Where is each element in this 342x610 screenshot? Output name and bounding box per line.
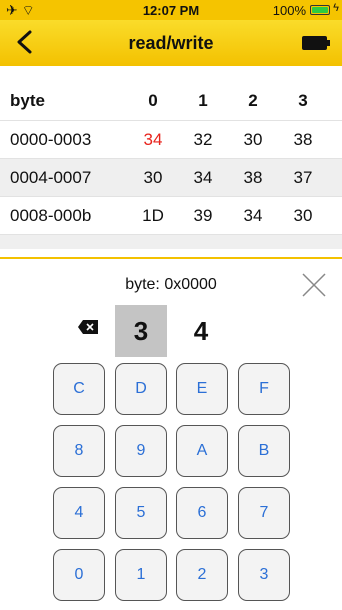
- column-header-1: 1: [198, 90, 208, 110]
- hex-digit-low[interactable]: 4: [175, 305, 227, 357]
- key-1[interactable]: 1: [115, 549, 167, 601]
- row-address: 0004-0007: [10, 167, 92, 187]
- battery-percent: 100%: [272, 3, 306, 18]
- table-row[interactable]: 0004-0007 30 34 38 37: [0, 159, 342, 197]
- key-d[interactable]: D: [115, 363, 167, 415]
- byte-cell[interactable]: 34: [228, 206, 278, 226]
- row-address: 0008-000b: [10, 205, 92, 225]
- table-row[interactable]: 0008-000b 1D 39 34 30: [0, 197, 342, 235]
- column-header-2: 2: [248, 90, 258, 110]
- byte-cell[interactable]: 32: [178, 130, 228, 150]
- byte-cell[interactable]: 30: [128, 168, 178, 188]
- byte-table: byte 0 1 2 3 0000-0003 34 32 30 38 0004-…: [0, 81, 342, 249]
- byte-cell[interactable]: 37: [278, 168, 328, 188]
- byte-cell[interactable]: 34: [178, 168, 228, 188]
- key-7[interactable]: 7: [238, 487, 290, 539]
- status-bar: ✈ ⌔ 12:07 PM 100% ϟ: [0, 0, 342, 20]
- column-header-byte: byte: [10, 90, 45, 110]
- table-header: byte 0 1 2 3: [0, 81, 342, 121]
- nav-bar: read/write: [0, 20, 342, 66]
- close-icon: [302, 273, 326, 297]
- byte-cell[interactable]: 38: [278, 130, 328, 150]
- key-9[interactable]: 9: [115, 425, 167, 477]
- byte-cell[interactable]: 30: [278, 206, 328, 226]
- key-6[interactable]: 6: [176, 487, 228, 539]
- row-address: 0000-0003: [10, 129, 92, 149]
- byte-cell[interactable]: 38: [228, 168, 278, 188]
- key-b[interactable]: B: [238, 425, 290, 477]
- hex-digit-high[interactable]: 3: [115, 305, 167, 357]
- table-row-partial: [0, 235, 342, 249]
- byte-cell-selected[interactable]: 34: [128, 130, 178, 150]
- key-3[interactable]: 3: [238, 549, 290, 601]
- charging-icon: ϟ: [333, 2, 339, 14]
- key-c[interactable]: C: [53, 363, 105, 415]
- page-title: read/write: [128, 33, 214, 53]
- column-header-3: 3: [298, 90, 308, 110]
- key-4[interactable]: 4: [53, 487, 105, 539]
- key-e[interactable]: E: [176, 363, 228, 415]
- keypad-title: byte: 0x0000: [125, 276, 217, 293]
- key-5[interactable]: 5: [115, 487, 167, 539]
- byte-cell[interactable]: 30: [228, 130, 278, 150]
- backspace-icon: [78, 320, 98, 334]
- battery-full-icon: [302, 36, 330, 50]
- column-header-0: 0: [148, 90, 158, 110]
- key-f[interactable]: F: [238, 363, 290, 415]
- key-0[interactable]: 0: [53, 549, 105, 601]
- byte-cell[interactable]: 1D: [128, 206, 178, 226]
- close-button[interactable]: [300, 271, 328, 299]
- table-row[interactable]: 0000-0003 34 32 30 38: [0, 121, 342, 159]
- key-a[interactable]: A: [176, 425, 228, 477]
- battery-icon: [310, 5, 330, 15]
- backspace-button[interactable]: [77, 319, 99, 335]
- hex-keypad-panel: byte: 0x0000 3 4 C D E F 8 9 A B 4 5 6 7…: [0, 257, 342, 610]
- key-8[interactable]: 8: [53, 425, 105, 477]
- key-2[interactable]: 2: [176, 549, 228, 601]
- byte-cell[interactable]: 39: [178, 206, 228, 226]
